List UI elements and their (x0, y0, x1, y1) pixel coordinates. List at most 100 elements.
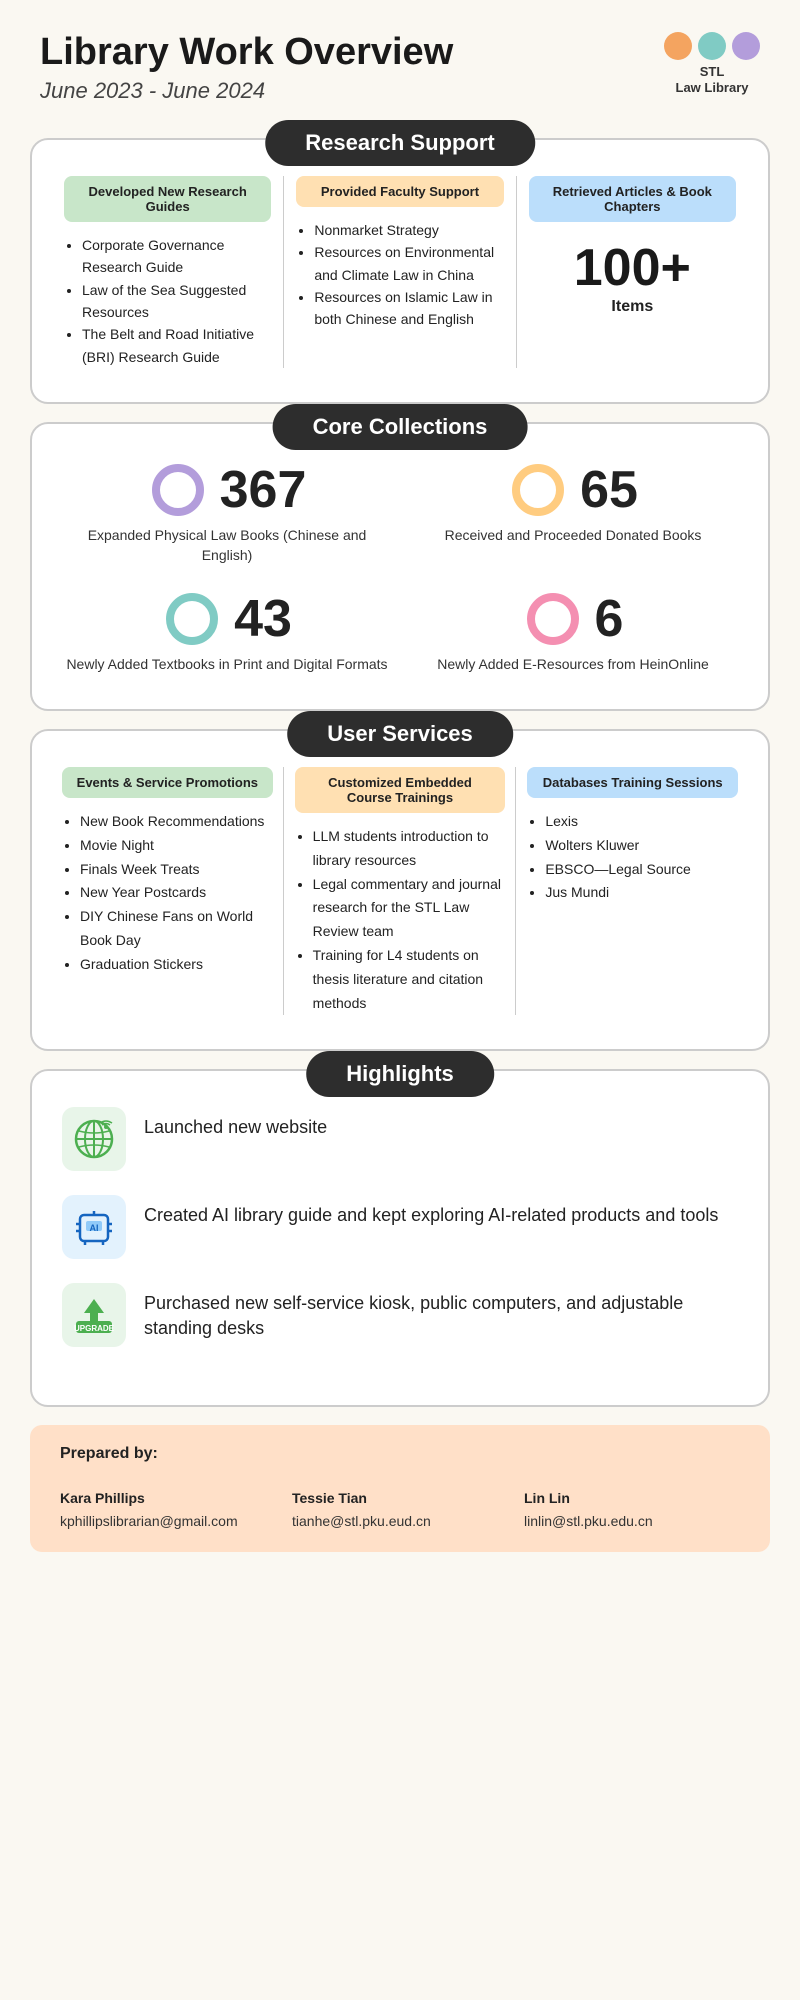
list-item: Law of the Sea Suggested Resources (82, 279, 271, 324)
collection-number-1: 367 (220, 464, 307, 516)
list-item: Nonmarket Strategy (314, 219, 503, 241)
footer-email-1: kphillipslibrarian@gmail.com (60, 1510, 276, 1532)
col2-list: Nonmarket Strategy Resources on Environm… (296, 219, 503, 331)
us-col1-label: Events & Service Promotions (62, 767, 273, 798)
upgrade-icon: UPGRADE (62, 1283, 126, 1347)
ring-icon-purple (148, 460, 208, 520)
list-item: The Belt and Road Initiative (BRI) Resea… (82, 323, 271, 368)
collection-item-3: 43 Newly Added Textbooks in Print and Di… (62, 589, 392, 675)
logo-circle-3 (732, 32, 760, 60)
footer-prepared-label: Prepared by: (60, 1445, 740, 1463)
highlight-item-3: UPGRADE Purchased new self-service kiosk… (62, 1283, 738, 1347)
list-item: Graduation Stickers (80, 953, 273, 977)
footer-name-1: Kara Phillips (60, 1487, 276, 1509)
user-services-section: User Services Events & Service Promotion… (30, 729, 770, 1051)
header: Library Work Overview June 2023 - June 2… (0, 0, 800, 120)
user-services-grid: Events & Service Promotions New Book Rec… (32, 767, 768, 1025)
list-item: Legal commentary and journal research fo… (313, 873, 506, 944)
research-support-title: Research Support (265, 120, 535, 166)
collection-label-3: Newly Added Textbooks in Print and Digit… (66, 655, 387, 675)
footer-email-2: tianhe@stl.pku.eud.cn (292, 1510, 508, 1532)
us-col-1: Events & Service Promotions New Book Rec… (52, 767, 283, 1015)
list-item: New Year Postcards (80, 881, 273, 905)
retrieved-label: Items (529, 298, 736, 316)
col1-label: Developed New Research Guides (64, 176, 271, 222)
us-col3-label: Databases Training Sessions (527, 767, 738, 798)
us-col-3: Databases Training Sessions Lexis Wolter… (517, 767, 748, 1015)
list-item: Resources on Islamic Law in both Chinese… (314, 286, 503, 331)
col2-label: Provided Faculty Support (296, 176, 503, 207)
collection-label-4: Newly Added E-Resources from HeinOnline (437, 655, 709, 675)
footer-name-3: Lin Lin (524, 1487, 740, 1509)
list-item: New Book Recommendations (80, 810, 273, 834)
footer-person-1: Kara Phillips kphillipslibrarian@gmail.c… (60, 1487, 276, 1532)
list-item: Movie Night (80, 834, 273, 858)
highlights-title: Highlights (306, 1051, 494, 1097)
list-item: DIY Chinese Fans on World Book Day (80, 905, 273, 953)
collection-number-3: 43 (234, 593, 292, 645)
collection-label-1: Expanded Physical Law Books (Chinese and… (62, 526, 392, 565)
highlights-section: Highlights Launched new website (30, 1069, 770, 1407)
footer-email-3: linlin@stl.pku.edu.cn (524, 1510, 740, 1532)
list-item: Resources on Environmental and Climate L… (314, 241, 503, 286)
list-item: LLM students introduction to library res… (313, 825, 506, 873)
col1-list: Corporate Governance Research Guide Law … (64, 234, 271, 368)
logo-circle-2 (698, 32, 726, 60)
collection-top-2: 65 (508, 460, 638, 520)
list-item: Corporate Governance Research Guide (82, 234, 271, 279)
research-col-3: Retrieved Articles & Book Chapters 100+ … (517, 176, 748, 368)
collection-top-4: 6 (523, 589, 624, 649)
research-col-1: Developed New Research Guides Corporate … (52, 176, 283, 368)
logo-text: STLLaw Library (676, 64, 749, 95)
footer-name-2: Tessie Tian (292, 1487, 508, 1509)
logo-circles (664, 32, 760, 60)
page-subtitle: June 2023 - June 2024 (40, 78, 453, 104)
us-divider-1 (283, 767, 284, 1015)
us-col1-list: New Book Recommendations Movie Night Fin… (62, 810, 273, 977)
collection-item-4: 6 Newly Added E-Resources from HeinOnlin… (408, 589, 738, 675)
svg-text:AI: AI (90, 1223, 99, 1233)
upgrade-svg: UPGRADE (70, 1291, 118, 1339)
user-services-title: User Services (287, 711, 513, 757)
collection-item-2: 65 Received and Proceeded Donated Books (408, 460, 738, 565)
svg-text:UPGRADE: UPGRADE (74, 1324, 115, 1333)
us-col2-list: LLM students introduction to library res… (295, 825, 506, 1015)
footer-person-2: Tessie Tian tianhe@stl.pku.eud.cn (292, 1487, 508, 1532)
globe-svg (70, 1115, 118, 1163)
ring-icon-green (162, 589, 222, 649)
list-item: EBSCO—Legal Source (545, 858, 738, 882)
collection-top-3: 43 (162, 589, 292, 649)
research-support-section: Research Support Developed New Research … (30, 138, 770, 404)
list-item: Finals Week Treats (80, 858, 273, 882)
us-col3-list: Lexis Wolters Kluwer EBSCO—Legal Source … (527, 810, 738, 905)
highlight-text-1: Launched new website (144, 1107, 327, 1140)
list-item: Training for L4 students on thesis liter… (313, 944, 506, 1015)
ai-icon: AI (62, 1195, 126, 1259)
highlight-text-2: Created AI library guide and kept explor… (144, 1195, 718, 1228)
research-grid: Developed New Research Guides Corporate … (32, 176, 768, 378)
list-item: Wolters Kluwer (545, 834, 738, 858)
header-text: Library Work Overview June 2023 - June 2… (40, 32, 453, 104)
us-col2-label: Customized Embedded Course Trainings (295, 767, 506, 813)
ai-svg: AI (70, 1203, 118, 1251)
highlight-item-1: Launched new website (62, 1107, 738, 1171)
us-divider-2 (515, 767, 516, 1015)
logo-area: STLLaw Library (664, 32, 760, 95)
footer: Prepared by: Kara Phillips kphillipslibr… (30, 1425, 770, 1552)
highlight-item-2: AI Created AI library guide and kept exp… (62, 1195, 738, 1259)
collection-number-4: 6 (595, 593, 624, 645)
ring-icon-pink (523, 589, 583, 649)
highlights-content: Launched new website AI Created AI li (32, 1107, 768, 1381)
core-collections-title: Core Collections (273, 404, 528, 450)
collections-grid: 367 Expanded Physical Law Books (Chinese… (32, 460, 768, 685)
highlight-text-3: Purchased new self-service kiosk, public… (144, 1283, 738, 1341)
collection-item-1: 367 Expanded Physical Law Books (Chinese… (62, 460, 392, 565)
collection-label-2: Received and Proceeded Donated Books (445, 526, 702, 546)
logo-circle-1 (664, 32, 692, 60)
us-col-2: Customized Embedded Course Trainings LLM… (285, 767, 516, 1015)
list-item: Jus Mundi (545, 881, 738, 905)
globe-icon (62, 1107, 126, 1171)
list-item: Lexis (545, 810, 738, 834)
research-col-2: Provided Faculty Support Nonmarket Strat… (284, 176, 515, 368)
core-collections-section: Core Collections 367 Expanded Physical L… (30, 422, 770, 711)
